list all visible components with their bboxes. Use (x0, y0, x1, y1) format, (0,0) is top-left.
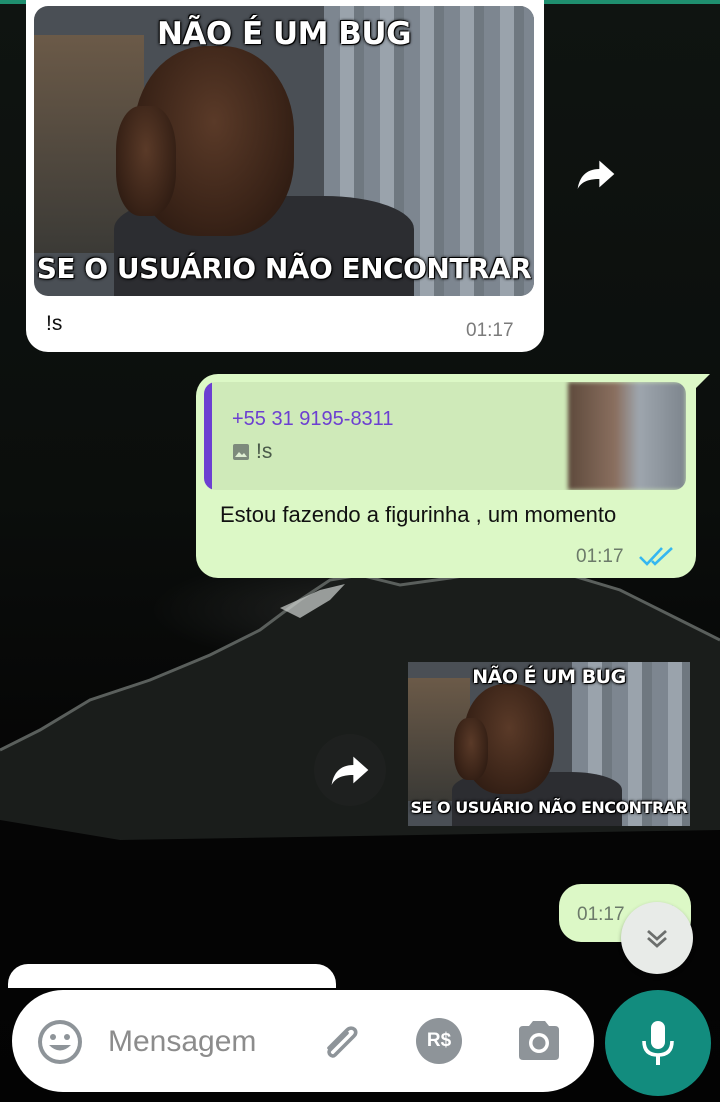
camera-button[interactable] (515, 1018, 563, 1069)
message-time: 01:17 (577, 904, 625, 925)
forward-button[interactable] (560, 138, 632, 210)
message-input[interactable] (108, 1022, 298, 1062)
quoted-message[interactable]: +55 31 9195-8311 !s (204, 382, 686, 490)
quoted-sender: +55 31 9195-8311 (232, 408, 394, 430)
forward-icon (331, 756, 369, 785)
meme-bottom-caption: SE O USUÁRIO NÃO ENCONTRAR (36, 252, 532, 285)
incoming-image-message[interactable]: NÃO É UM BUG SE O USUÁRIO NÃO ENCONTRAR … (26, 0, 544, 352)
message-composer: R$ (12, 990, 594, 1092)
meme-top-caption: NÃO É UM BUG (156, 16, 412, 52)
message-time: 01:17 (576, 546, 624, 567)
mic-icon (642, 1021, 674, 1065)
double-check-icon (639, 547, 673, 566)
forward-button[interactable] (314, 734, 386, 806)
payment-button[interactable]: R$ (416, 1018, 462, 1064)
quoted-text: !s (256, 440, 273, 463)
attach-button[interactable] (317, 1018, 367, 1071)
image-icon (233, 444, 249, 460)
emoji-button[interactable] (36, 1018, 84, 1071)
scroll-to-bottom-button[interactable] (621, 902, 693, 974)
message-text: Estou fazendo a figurinha , um momento (220, 502, 617, 527)
attach-icon (327, 1026, 358, 1058)
message-time: 01:17 (466, 320, 514, 341)
meme-image[interactable]: NÃO É UM BUG SE O USUÁRIO NÃO ENCONTRAR (34, 6, 534, 296)
quoted-thumbnail (568, 382, 686, 490)
quoted-snippet: !s (232, 440, 272, 464)
sticker-message[interactable]: NÃO É UM BUG SE O USUÁRIO NÃO ENCONTRAR (408, 662, 690, 826)
incoming-message-peek (8, 964, 336, 988)
voice-record-button[interactable] (605, 990, 711, 1096)
emoji-icon (38, 1020, 82, 1064)
outgoing-reply-message[interactable]: +55 31 9195-8311 !s Estou fazendo a figu… (196, 374, 710, 578)
meme-bottom-caption: SE O USUÁRIO NÃO ENCONTRAR (410, 798, 688, 817)
chevron-down-icon (647, 929, 667, 948)
forward-icon (577, 160, 615, 189)
message-caption: !s (46, 312, 63, 335)
camera-icon (519, 1021, 559, 1060)
meme-top-caption: NÃO É UM BUG (472, 666, 626, 688)
